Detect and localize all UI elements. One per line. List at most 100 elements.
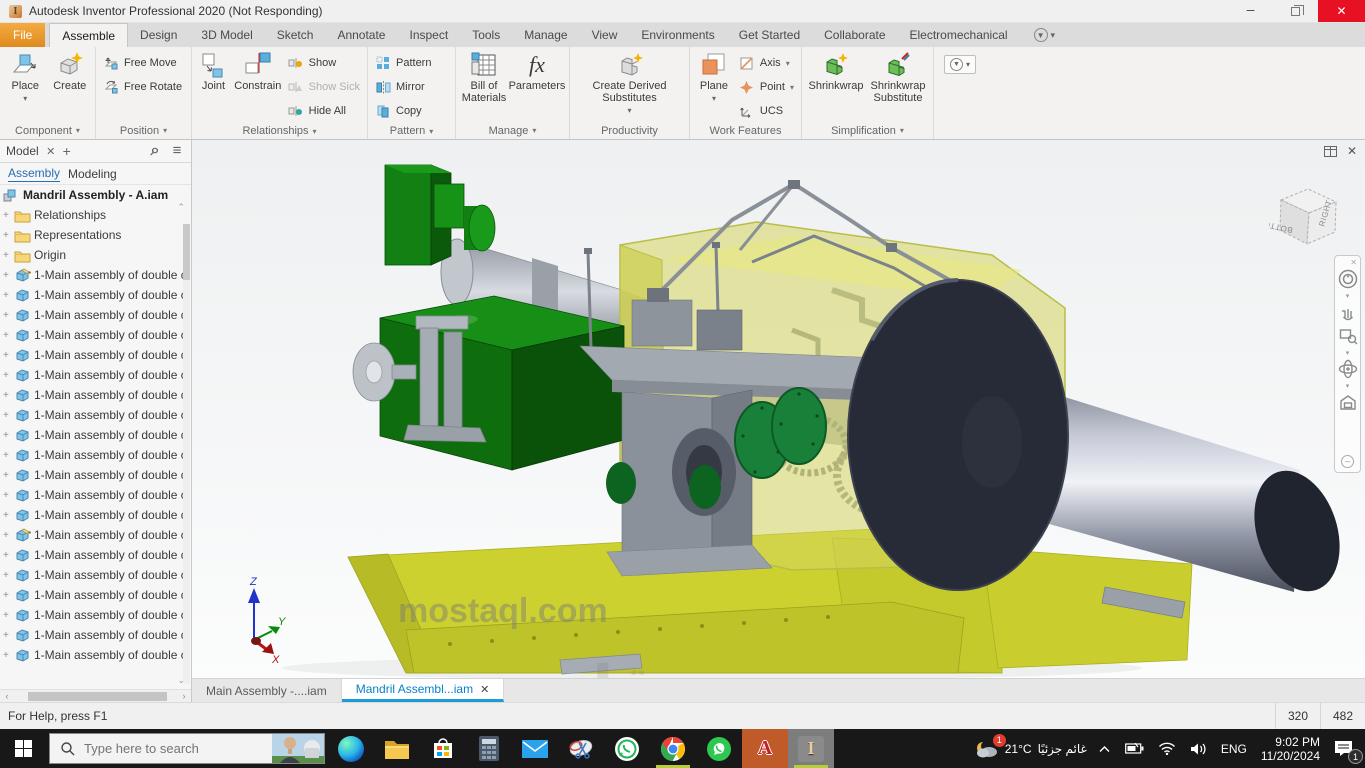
pan-hand-icon[interactable] <box>1336 300 1359 324</box>
expand-icon[interactable] <box>3 630 14 641</box>
expand-icon[interactable] <box>3 410 14 421</box>
taskbar-chrome[interactable] <box>650 729 696 768</box>
tree-scroll-up-icon[interactable]: ⌃ <box>177 202 185 213</box>
document-tab[interactable]: Mandril Assembl...iam ✕ <box>341 679 505 702</box>
tree-item-assembly[interactable]: 1-Main assembly of double c <box>0 525 191 545</box>
look-at-icon[interactable] <box>1336 390 1359 414</box>
expand-icon[interactable] <box>3 530 14 541</box>
action-center-button[interactable]: 1 <box>1327 729 1365 768</box>
expand-icon[interactable] <box>3 390 14 401</box>
place-button[interactable]: Place <box>3 48 48 105</box>
tree-folder[interactable]: Relationships <box>0 205 191 225</box>
constrain-button[interactable]: Constrain <box>232 48 284 92</box>
ribbon-group-label-simplification[interactable]: Simplification <box>805 122 930 139</box>
expand-icon[interactable] <box>3 610 14 621</box>
minimize-button[interactable] <box>1228 0 1273 22</box>
ribbon-tab[interactable]: Tools <box>460 23 512 47</box>
ribbon-tab[interactable]: Environments <box>629 23 726 47</box>
parameters-button[interactable]: fx Parameters <box>509 48 566 93</box>
tree-item-assembly[interactable]: 1-Main assembly of double c <box>0 325 191 345</box>
tray-battery[interactable] <box>1118 729 1151 768</box>
taskbar-autocad[interactable]: A <box>742 729 788 768</box>
ribbon-group-label-productivity[interactable]: Productivity <box>573 122 686 139</box>
close-tab-icon[interactable]: ✕ <box>480 683 489 696</box>
tree-item-assembly[interactable]: 1-Main assembly of double c <box>0 585 191 605</box>
expand-icon[interactable] <box>3 570 14 581</box>
expand-icon[interactable] <box>3 310 14 321</box>
expand-icon[interactable] <box>3 210 14 221</box>
hide-all-button[interactable]: Hide All <box>284 99 364 123</box>
taskbar-inventor[interactable]: I <box>788 729 834 768</box>
tray-clock[interactable]: 9:02 PM 11/20/2024 <box>1254 729 1327 768</box>
tray-language[interactable]: ENG <box>1214 729 1254 768</box>
ribbon-tab[interactable]: Electromechanical <box>898 23 1020 47</box>
tree-item-assembly[interactable]: 1-Main assembly of double c <box>0 465 191 485</box>
tray-weather[interactable]: 1 21°C غائم جزئيًا <box>968 729 1091 768</box>
expand-icon[interactable] <box>3 330 14 341</box>
plane-button[interactable]: Plane <box>693 48 735 105</box>
split-view-icon[interactable] <box>1323 145 1337 157</box>
axis-button[interactable]: Axis ▾ <box>735 51 798 75</box>
ribbon-tab[interactable]: Annotate <box>325 23 397 47</box>
free-rotate-button[interactable]: Free Rotate <box>99 75 186 99</box>
taskbar-mail[interactable] <box>512 729 558 768</box>
caret-down-icon[interactable] <box>1346 381 1350 390</box>
search-highlight-image[interactable] <box>272 734 324 763</box>
expand-icon[interactable] <box>3 590 14 601</box>
taskbar-snipping-tool[interactable] <box>558 729 604 768</box>
free-move-button[interactable]: Free Move <box>99 51 186 75</box>
taskbar-file-explorer[interactable] <box>374 729 420 768</box>
ribbon-group-label-pattern[interactable]: Pattern <box>371 123 452 139</box>
ribbon-group-label-position[interactable]: Position <box>99 122 188 139</box>
caret-down-icon[interactable] <box>1346 348 1350 357</box>
browser-mode-tab[interactable]: Modeling <box>68 167 117 181</box>
navigation-wheel-icon[interactable] <box>1336 267 1359 291</box>
tree-item-assembly[interactable]: 1-Main assembly of double c <box>0 485 191 505</box>
ribbon-tab[interactable]: Assemble <box>49 23 129 47</box>
tray-wifi[interactable] <box>1151 729 1183 768</box>
tree-item-assembly[interactable]: 1-Main assembly of double c <box>0 425 191 445</box>
ribbon-tab[interactable]: Get Started <box>727 23 812 47</box>
ribbon-tab[interactable]: Design <box>128 23 189 47</box>
ribbon-appearance-toggle[interactable]: ▼ ▾ <box>1033 28 1055 42</box>
ribbon-group-label-manage[interactable]: Manage <box>459 122 566 139</box>
document-tab[interactable]: Main Assembly -....iam <box>192 679 342 702</box>
copy-button[interactable]: Copy <box>371 99 435 123</box>
shrinkwrap-substitute-button[interactable]: Shrinkwrap Substitute <box>867 48 929 104</box>
panel-close-icon[interactable] <box>43 145 59 158</box>
tree-item-assembly[interactable]: 1-Main assembly of double c <box>0 365 191 385</box>
taskbar-whatsapp[interactable] <box>696 729 742 768</box>
scroll-right-icon[interactable]: › <box>177 691 191 701</box>
taskbar-calculator[interactable] <box>466 729 512 768</box>
create-derived-substitutes-button[interactable]: Create Derived Substitutes <box>587 48 673 117</box>
tree-item-assembly[interactable]: 1-Main assembly of double c <box>0 505 191 525</box>
start-button[interactable] <box>0 729 46 768</box>
ribbon-tab[interactable]: Sketch <box>265 23 326 47</box>
tree-item-assembly[interactable]: 1-Main assembly of double c <box>0 305 191 325</box>
expand-icon[interactable] <box>3 430 14 441</box>
expand-icon[interactable] <box>3 230 14 241</box>
caret-down-icon[interactable] <box>1346 291 1350 300</box>
pattern-button[interactable]: Pattern <box>371 51 435 75</box>
taskbar-whatsapp-business[interactable] <box>604 729 650 768</box>
ribbon-group-label-relationships[interactable]: Relationships <box>195 123 364 139</box>
ribbon-tab[interactable]: 3D Model <box>189 23 264 47</box>
ucs-button[interactable]: UCS <box>735 99 798 123</box>
search-input[interactable] <box>84 741 244 756</box>
panel-search-icon[interactable] <box>147 142 163 160</box>
file-menu-button[interactable]: File <box>0 23 46 47</box>
mandril-assembly-3d-model[interactable]: Z Y X <box>192 140 1365 678</box>
scroll-left-icon[interactable]: ‹ <box>0 691 14 701</box>
joint-button[interactable]: Joint <box>195 48 232 92</box>
panel-add-tab-icon[interactable] <box>59 143 75 159</box>
scrollbar-thumb[interactable] <box>28 691 167 701</box>
restore-button[interactable] <box>1273 0 1318 22</box>
expand-icon[interactable] <box>3 450 14 461</box>
tree-item-assembly[interactable]: 1-Main assembly of double c <box>0 545 191 565</box>
close-document-icon[interactable] <box>1347 144 1357 158</box>
tree-folder[interactable]: Origin <box>0 245 191 265</box>
navbar-collapse-icon[interactable] <box>1341 455 1354 468</box>
expand-icon[interactable] <box>3 270 14 281</box>
expand-icon[interactable] <box>3 350 14 361</box>
expand-icon[interactable] <box>3 510 14 521</box>
